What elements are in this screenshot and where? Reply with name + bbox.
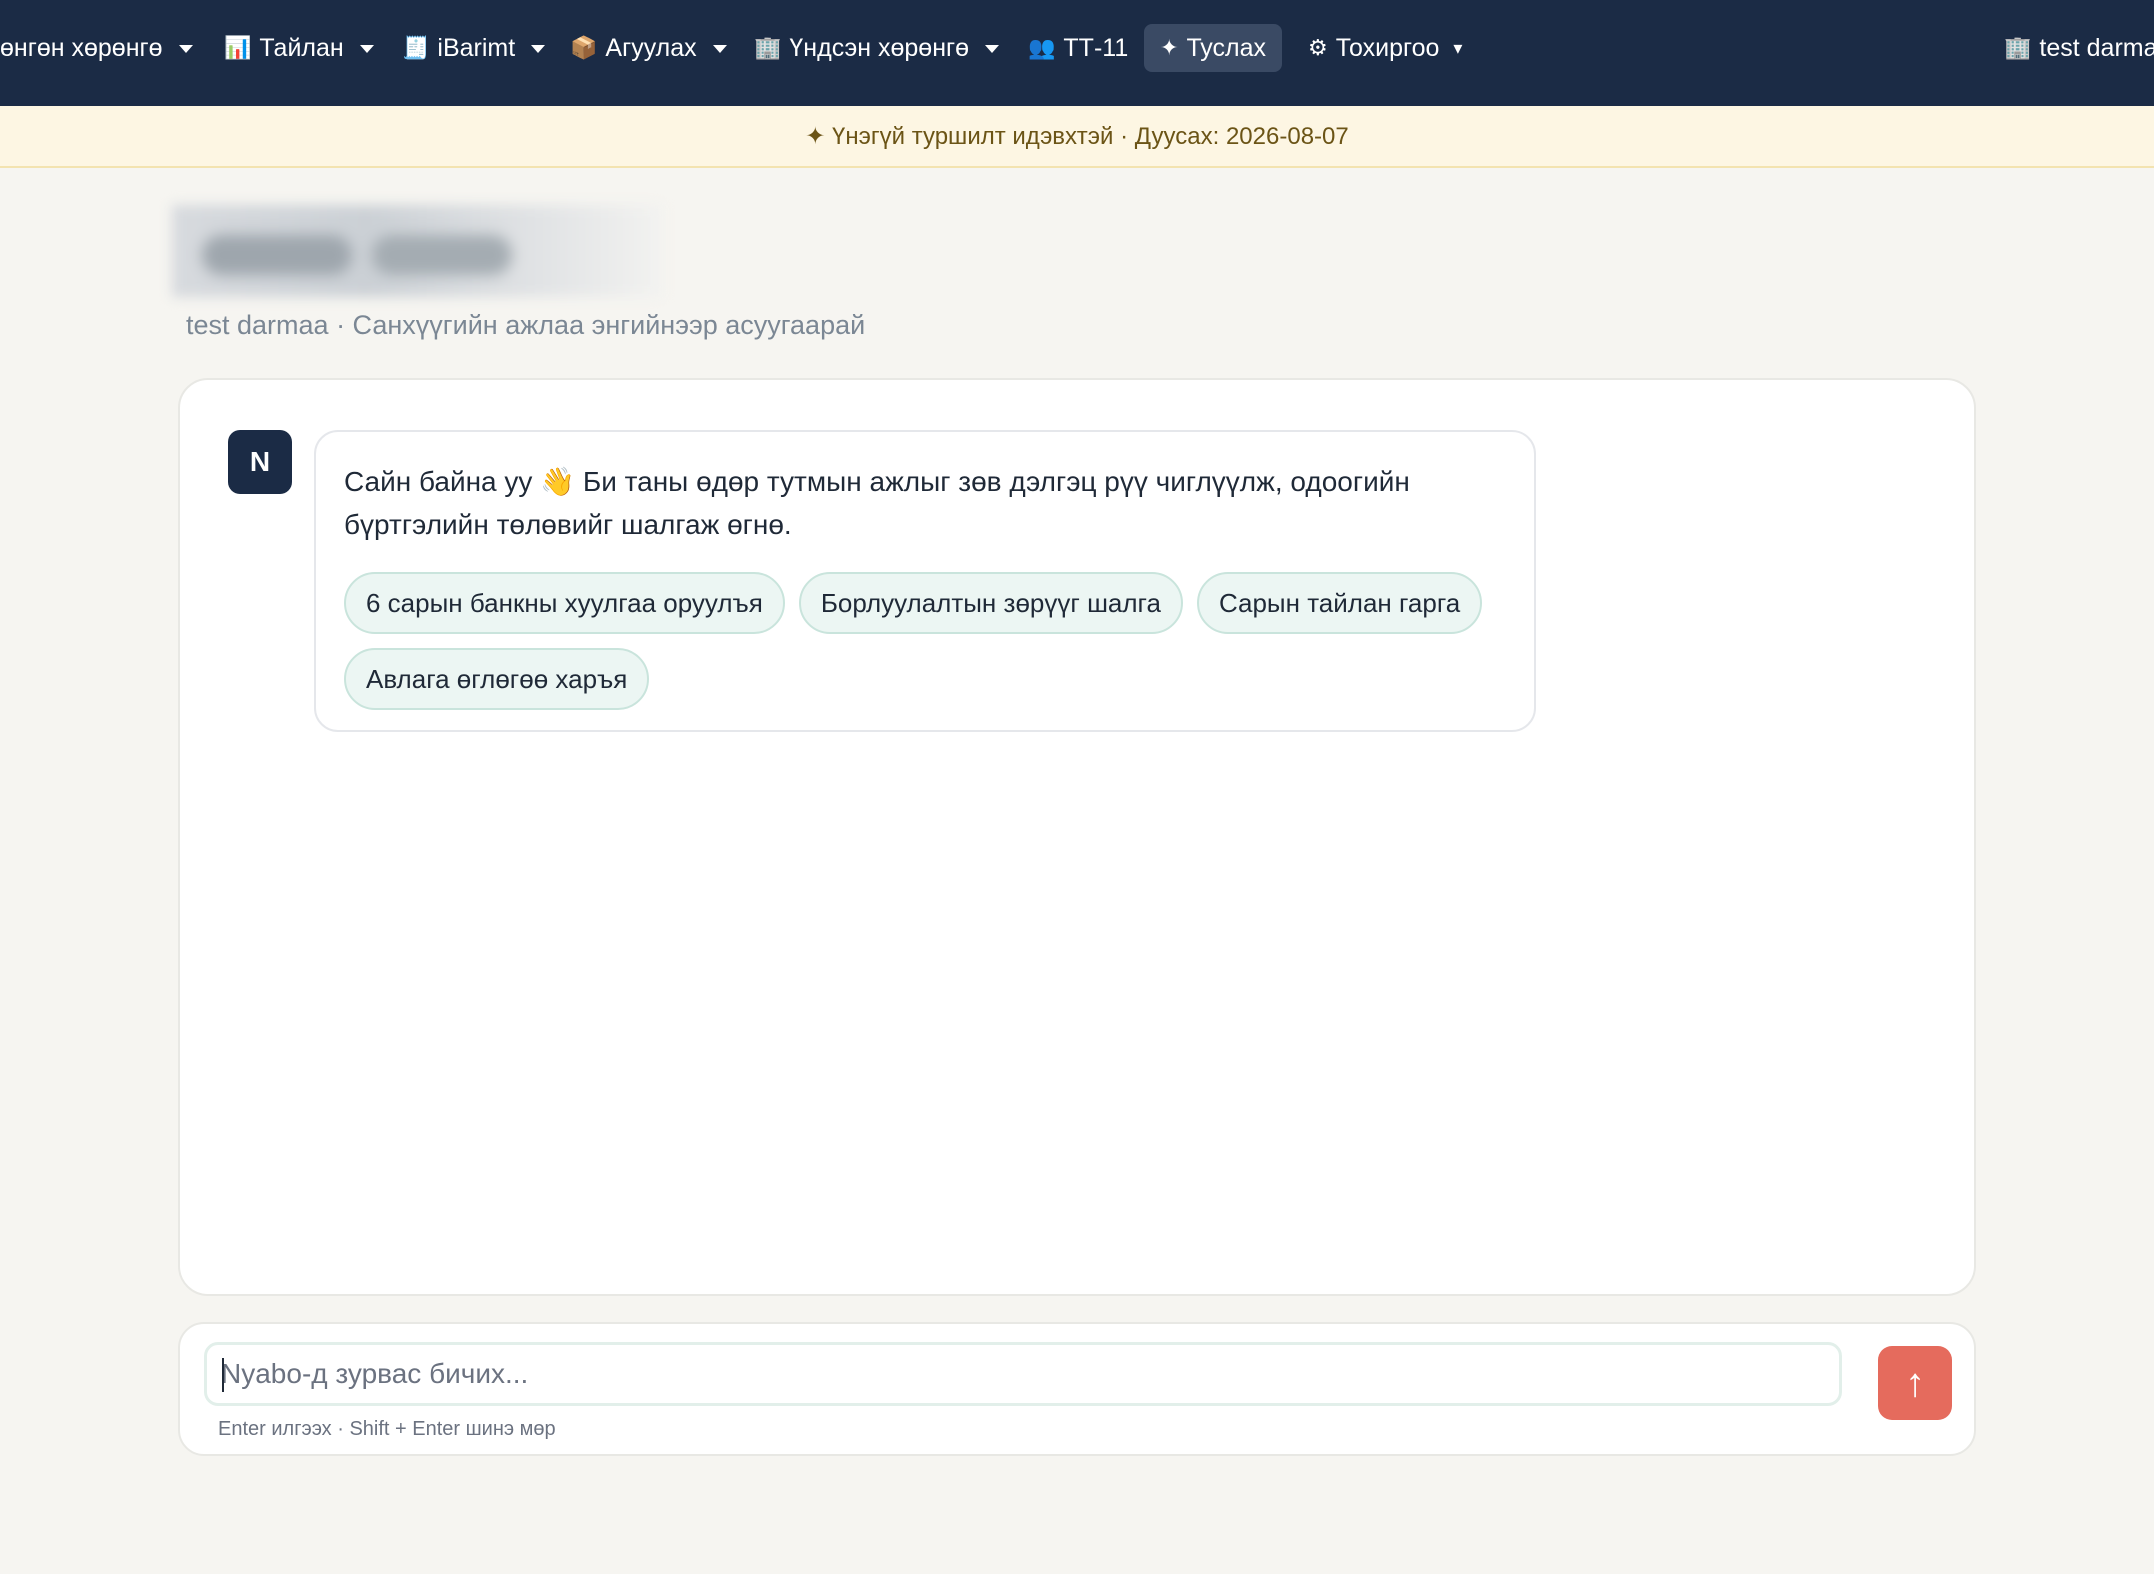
page-subtitle: test darmaa · Санхүүгийн ажлаа энгийнээр…: [186, 310, 866, 340]
suggestion-chip[interactable]: Сарын тайлан гарга: [1196, 572, 1483, 634]
box-icon: 📦: [570, 35, 598, 60]
nav-item-fixed-assets-partial[interactable]: ɵнгɵн хɵрɵнгɵ: [0, 24, 197, 72]
building-icon: 🏢: [754, 35, 782, 60]
nav-item-label: Туслах: [1186, 33, 1267, 62]
nav-item-tt11[interactable]: 👥 ТТ-11: [1024, 24, 1132, 72]
sparkle-icon: ✦: [1160, 35, 1179, 60]
top-navigation: ɵнгɵн хɵрɵнгɵ 📊 Тайлан 🧾 iBarimt 📦 Агуул…: [0, 0, 2154, 106]
nav-item-reports[interactable]: 📊 Тайлан: [220, 24, 378, 72]
company-name: test darma: [2039, 33, 2154, 62]
suggestion-chips: 6 сарын банкны хуулгаа оруулъя Борлуулал…: [344, 572, 1514, 710]
nav-item-fixed-assets[interactable]: 🏢 Үндсэн хөрөнгө: [750, 24, 1003, 72]
nav-item-label: ТТ-11: [1063, 33, 1129, 62]
nav-item-label: Агуулах: [605, 33, 697, 62]
nav-item-label: ɵнгɵн хɵрɵнгɵ: [0, 33, 163, 62]
receipt-icon: 🧾: [402, 35, 430, 60]
composer: ↑ Enter илгээх · Shift + Enter шинэ мөр: [178, 1322, 1976, 1456]
text-cursor: [222, 1358, 224, 1392]
suggestion-chip[interactable]: 6 сарын банкны хуулгаа оруулъя: [344, 572, 785, 634]
nav-item-label: Тайлан: [259, 33, 344, 62]
redacted-page-title: [172, 205, 662, 297]
message-input[interactable]: [204, 1342, 1842, 1406]
nav-item-label: iBarimt: [437, 33, 516, 62]
nav-item-label: Тохиргоо: [1335, 33, 1440, 62]
assistant-greeting: Сайн байна уу 👋 Би таны өдөр тутмын ажлы…: [344, 466, 1410, 540]
nav-item-settings[interactable]: ⚙ Тохиргоо ▾: [1304, 24, 1466, 72]
caret-down-icon: [178, 45, 193, 53]
suggestion-chip[interactable]: Борлуулалтын зөрүүг шалга: [798, 572, 1183, 634]
nav-item-assistant[interactable]: ✦ Туслах: [1144, 24, 1283, 72]
suggestion-chip[interactable]: Авлага өглөгөө харъя: [344, 648, 650, 710]
nav-item-ibarimt[interactable]: 🧾 iBarimt: [398, 24, 549, 72]
chart-icon: 📊: [224, 35, 252, 60]
chat-panel: N Сайн байна уу 👋 Би таны өдөр тутмын аж…: [178, 378, 1976, 1296]
gear-icon: ⚙: [1308, 35, 1328, 60]
caret-down-icon: [712, 45, 727, 53]
composer-hint: Enter илгээх · Shift + Enter шинэ мөр: [218, 1418, 556, 1440]
nav-item-label: Үндсэн хөрөнгө: [789, 33, 970, 62]
trial-banner-text: ✦ Үнэгүй туршилт идэвхтэй · Дуусах: 2026…: [805, 122, 1349, 150]
building-icon: 🏢: [2004, 35, 2032, 60]
caret-down-icon: [359, 45, 374, 53]
caret-down-icon: [531, 45, 546, 53]
assistant-avatar: N: [228, 430, 292, 494]
trial-banner: ✦ Үнэгүй туршилт идэвхтэй · Дуусах: 2026…: [0, 106, 2154, 168]
people-icon: 👥: [1028, 35, 1056, 60]
company-switcher[interactable]: 🏢 test darma: [2000, 24, 2154, 72]
nav-item-warehouse[interactable]: 📦 Агуулах: [566, 24, 731, 72]
caret-down-icon: [985, 45, 1000, 53]
caret-down-icon: ▾: [1453, 37, 1463, 58]
assistant-message: Сайн байна уу 👋 Би таны өдөр тутмын ажлы…: [314, 430, 1536, 732]
send-button[interactable]: ↑: [1878, 1346, 1952, 1420]
arrow-up-icon: ↑: [1905, 1360, 1925, 1405]
